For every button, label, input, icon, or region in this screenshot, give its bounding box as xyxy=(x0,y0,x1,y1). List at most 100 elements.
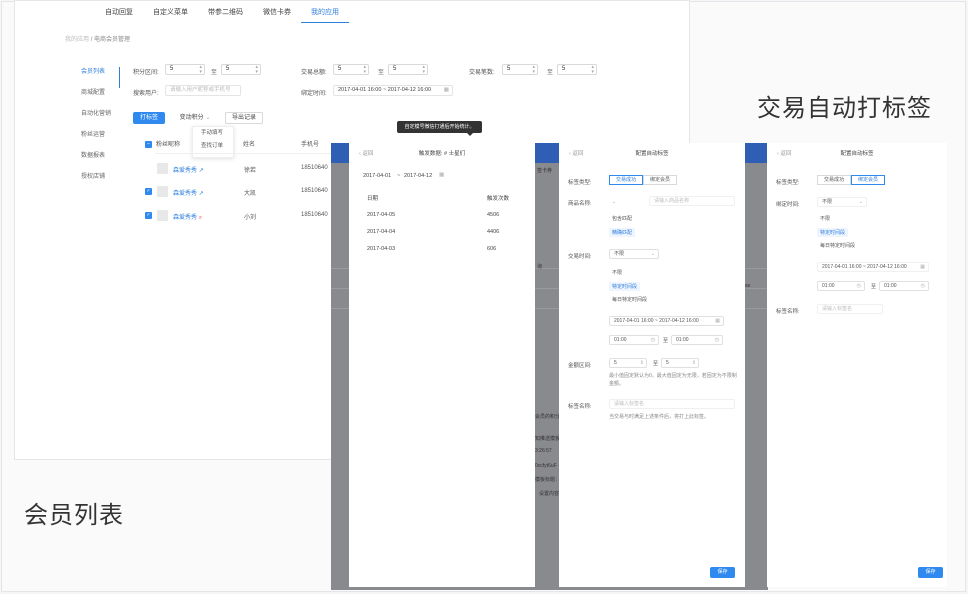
trade-time-label: 交易时间: xyxy=(568,254,592,260)
stepper-icon[interactable]: ▴ ▾ xyxy=(199,65,202,75)
search-input[interactable]: 请输入用户昵称或手机号 xyxy=(165,85,241,96)
tag-button[interactable]: 打标签 xyxy=(133,112,165,124)
stats-tooltip: 自定模号微信打通后开始统计。 xyxy=(397,121,482,136)
config-tag-bind-panel: ‹ 返回 配置自动标签 标签类型: 交易成功 绑定会员 绑定时间: 不限 ⌄ 不限… xyxy=(767,143,947,587)
col-header-phone: 手机号 xyxy=(301,142,320,148)
fragment-text: se xyxy=(745,283,751,289)
avatar xyxy=(157,210,168,221)
option-any[interactable]: 不限 xyxy=(820,215,830,222)
segment-trade-success[interactable]: 交易成功 xyxy=(609,175,643,185)
option-daily-range[interactable]: 每日特定时间段 xyxy=(820,242,855,249)
tag-name-label: 标签名称: xyxy=(776,309,800,315)
side-item-member-list[interactable]: 会员列表 xyxy=(77,67,120,88)
option-contains[interactable]: 包含匹配 xyxy=(612,215,632,222)
trigger-data-panel: ‹ 返回 触发数据: # 士星们 2017-04-01 ~ 2017-04-12… xyxy=(349,143,535,587)
breadcrumb-parent[interactable]: 我的应用 xyxy=(65,37,89,43)
stepper-icon[interactable]: ▴ ▾ xyxy=(532,65,535,75)
select-chevron-icon[interactable]: ⌄ xyxy=(612,199,616,205)
option-any[interactable]: 不限 xyxy=(612,269,622,276)
side-item-fan-ops[interactable]: 粉丝运营 xyxy=(77,130,120,151)
calendar-icon[interactable]: ▦ xyxy=(439,172,444,178)
amount-to-input[interactable]: 5 ⇕ xyxy=(661,358,699,368)
segment-bind-member[interactable]: 绑定会员 xyxy=(851,175,885,185)
side-item-shop-auth[interactable]: 授权店铺 xyxy=(77,172,120,193)
option-specific-range[interactable]: 特定时间段 xyxy=(609,282,641,291)
amount-from-input[interactable]: 5 ⇕ xyxy=(609,358,647,368)
nav-my-apps[interactable]: 我的应用 xyxy=(301,7,349,23)
clock-icon[interactable]: ◷ xyxy=(715,336,719,344)
calendar-icon[interactable]: ▦ xyxy=(715,317,720,325)
menu-item-find-order[interactable]: 查找订单 xyxy=(193,140,233,153)
points-to-input[interactable]: 5 ▴ ▾ xyxy=(221,64,261,75)
stepper-icon[interactable]: ▴ ▾ xyxy=(591,65,594,75)
product-input[interactable]: 请输入商品名称 xyxy=(649,196,735,206)
tag-name-input[interactable]: 请输入标签名 xyxy=(817,304,883,314)
time-from-input[interactable]: 01:00 ◷ xyxy=(817,281,865,291)
tag-name-input[interactable]: 请输入标签名 xyxy=(609,399,735,409)
menu-item-manual[interactable]: 手动填写 xyxy=(193,127,233,140)
stepper-icon[interactable]: ▴ ▾ xyxy=(363,65,366,75)
bind-time-select[interactable]: 不限 ⌄ xyxy=(817,197,867,207)
external-link-icon[interactable]: ↗ xyxy=(199,191,204,197)
stepper-icon[interactable]: ⇕ xyxy=(692,359,696,367)
fragment-text: 签卡券 xyxy=(537,168,553,174)
trade-total-to-input[interactable]: 5 ▴ ▾ xyxy=(388,64,428,75)
select-all-checkbox[interactable]: − xyxy=(145,141,152,148)
option-exact[interactable]: 精确匹配 xyxy=(609,228,636,237)
nick-link[interactable]: 森爱秀秀 ↗ xyxy=(173,188,204,197)
clock-icon[interactable]: ◷ xyxy=(651,336,655,344)
tag-name-label: 标签名称: xyxy=(568,404,592,410)
external-link-icon[interactable]: ↗ xyxy=(199,168,204,174)
count-cell: 4506 xyxy=(487,212,500,218)
time-from-input[interactable]: 01:00 ◷ xyxy=(609,335,659,345)
clock-icon[interactable]: ◷ xyxy=(857,282,861,290)
points-from-input[interactable]: 5 ▴ ▾ xyxy=(165,64,205,75)
nav-qrcode[interactable]: 带参二维码 xyxy=(198,7,253,23)
trade-count-to-input[interactable]: 5 ▴ ▾ xyxy=(557,64,597,75)
calendar-icon[interactable]: ▦ xyxy=(444,86,449,95)
export-button[interactable]: 导出记录 xyxy=(225,112,263,124)
change-points-button[interactable]: 变动积分 ⌄ xyxy=(175,112,215,124)
segment-trade-success[interactable]: 交易成功 xyxy=(817,175,851,185)
date-from[interactable]: 2017-04-01 xyxy=(363,173,391,179)
save-button[interactable]: 保存 xyxy=(918,567,943,578)
row-checkbox[interactable]: ✓ xyxy=(145,188,152,195)
time-to-input[interactable]: 01:00 ◷ xyxy=(879,281,929,291)
stepper-icon[interactable]: ▴ ▾ xyxy=(422,65,425,75)
fragment-text: 询 xyxy=(537,264,543,270)
side-item-auto-marketing[interactable]: 自动化营销 xyxy=(77,109,120,130)
search-icon[interactable]: ⌕ xyxy=(199,215,202,221)
time-to-input[interactable]: 01:00 ◷ xyxy=(671,335,723,345)
nav-card-coupon[interactable]: 微信卡券 xyxy=(253,7,301,23)
bind-range-input[interactable]: 2017-04-01 16:00 ~ 2017-04-12 16:00 ▦ xyxy=(817,262,929,272)
side-item-mall-config[interactable]: 商城配置 xyxy=(77,88,120,109)
chevron-down-icon: ⌄ xyxy=(205,115,211,121)
stepper-icon[interactable]: ▴ ▾ xyxy=(255,65,258,75)
trade-total-from-input[interactable]: 5 ▴ ▾ xyxy=(333,64,369,75)
count-cell: 606 xyxy=(487,246,497,252)
nav-custom-menu[interactable]: 自定义菜单 xyxy=(143,7,198,23)
nick-link[interactable]: 森爱秀秀 ↗ xyxy=(173,165,204,174)
trade-time-select[interactable]: 不限 ⌄ xyxy=(609,249,659,259)
option-specific-range[interactable]: 特定时间段 xyxy=(817,228,849,237)
col-header-count: 触发次数 xyxy=(487,196,510,202)
segment-bind-member[interactable]: 绑定会员 xyxy=(643,175,677,185)
fragment-text: 模板标题： xyxy=(535,477,561,483)
trade-count-from-input[interactable]: 5 ▴ ▾ xyxy=(502,64,538,75)
side-item-reports[interactable]: 数据报表 xyxy=(77,151,120,172)
to-label: 至 xyxy=(211,70,218,76)
calendar-icon[interactable]: ▦ xyxy=(920,263,925,271)
nav-auto-reply[interactable]: 自动回复 xyxy=(95,7,143,23)
trade-range-input[interactable]: 2017-04-01 16:00 ~ 2017-04-12 16:00 ▦ xyxy=(609,316,724,326)
date-to[interactable]: 2017-04-12 xyxy=(404,173,432,179)
option-daily-range[interactable]: 每日特定时间段 xyxy=(612,296,647,303)
trade-total-label: 交易总额: xyxy=(301,70,327,76)
nick-link[interactable]: 森爱秀秀 ⌕ xyxy=(173,212,202,222)
bind-time-range[interactable]: 2017-04-01 16:00 ~ 2017-04-12 16:00 ▦ xyxy=(333,85,453,96)
member-list-caption: 会员列表 xyxy=(24,502,124,529)
stepper-icon[interactable]: ⇕ xyxy=(640,359,644,367)
row-checkbox[interactable]: ✓ xyxy=(145,212,152,219)
save-button[interactable]: 保存 xyxy=(710,567,735,578)
date-cell: 2017-04-03 xyxy=(367,246,396,252)
clock-icon[interactable]: ◷ xyxy=(921,282,925,290)
